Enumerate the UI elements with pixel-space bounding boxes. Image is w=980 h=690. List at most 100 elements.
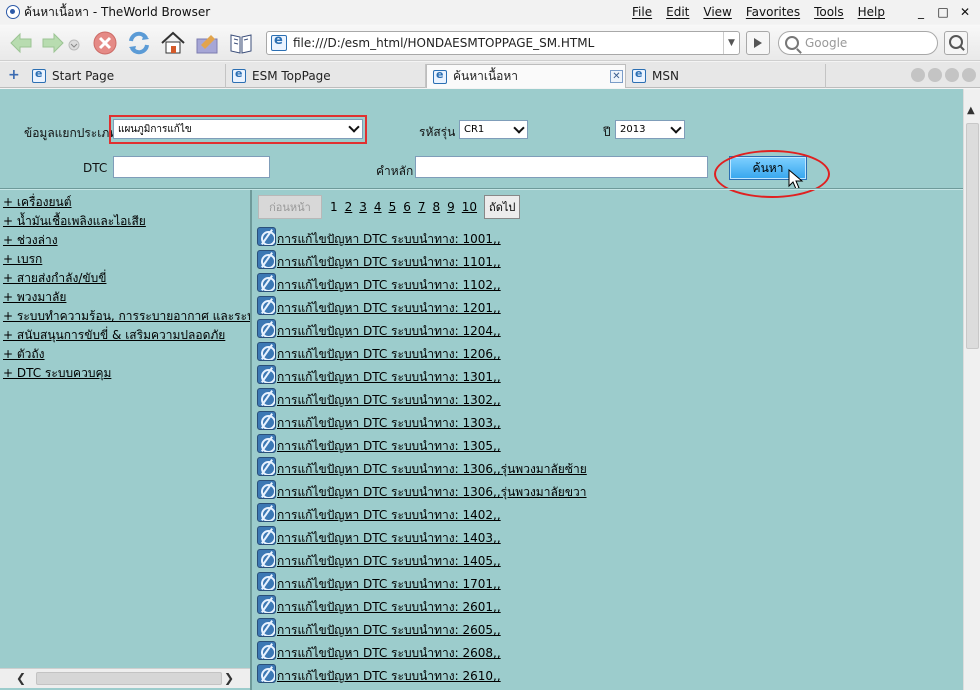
- bookmarks-button[interactable]: [226, 28, 256, 58]
- new-tab-button[interactable]: +: [8, 67, 20, 83]
- minimize-button[interactable]: _: [914, 5, 928, 19]
- result-link[interactable]: การแก้ไขปัญหา DTC ระบบนำทาง: 2601,,: [277, 600, 501, 614]
- result-item[interactable]: การแก้ไขปัญหา DTC ระบบนำทาง: 1405,,: [257, 548, 501, 568]
- scrollbar-thumb[interactable]: [966, 123, 979, 349]
- vertical-scrollbar[interactable]: ▲: [963, 89, 980, 690]
- page-number[interactable]: 6: [403, 200, 411, 214]
- address-dropdown-icon[interactable]: ▼: [723, 32, 739, 54]
- home-button[interactable]: [158, 28, 188, 58]
- result-link[interactable]: การแก้ไขปัญหา DTC ระบบนำทาง: 1302,,: [277, 393, 501, 407]
- previous-page-button[interactable]: ก่อนหน้า: [258, 195, 322, 219]
- page-number[interactable]: 7: [418, 200, 426, 214]
- result-item[interactable]: การแก้ไขปัญหา DTC ระบบนำทาง: 2605,,: [257, 617, 501, 637]
- menu-help[interactable]: Help: [851, 5, 892, 19]
- result-item[interactable]: การแก้ไขปัญหา DTC ระบบนำทาง: 1701,,: [257, 571, 501, 591]
- result-link[interactable]: การแก้ไขปัญหา DTC ระบบนำทาง: 1303,,: [277, 416, 501, 430]
- result-item[interactable]: การแก้ไขปัญหา DTC ระบบนำทาง: 2601,,: [257, 594, 501, 614]
- result-link[interactable]: การแก้ไขปัญหา DTC ระบบนำทาง: 1405,,: [277, 554, 501, 568]
- result-item[interactable]: การแก้ไขปัญหา DTC ระบบนำทาง: 1301,,: [257, 364, 501, 384]
- dtc-input[interactable]: [113, 156, 270, 178]
- address-url[interactable]: file:///D:/esm_html/HONDAESMTOPPAGE_SM.H…: [293, 36, 723, 50]
- web-search-button[interactable]: [944, 31, 968, 55]
- menu-tools[interactable]: Tools: [807, 5, 851, 19]
- maximize-button[interactable]: □: [936, 5, 950, 19]
- result-link[interactable]: การแก้ไขปัญหา DTC ระบบนำทาง: 1102,,: [277, 278, 501, 292]
- result-item[interactable]: การแก้ไขปัญหา DTC ระบบนำทาง: 1403,,: [257, 525, 501, 545]
- result-link[interactable]: การแก้ไขปัญหา DTC ระบบนำทาง: 1701,,: [277, 577, 501, 591]
- result-item[interactable]: การแก้ไขปัญหา DTC ระบบนำทาง: 1306,,รุ่นพ…: [257, 456, 587, 476]
- result-item[interactable]: การแก้ไขปัญหา DTC ระบบนำทาง: 1402,,: [257, 502, 501, 522]
- page-number[interactable]: 4: [374, 200, 382, 214]
- result-item[interactable]: การแก้ไขปัญหา DTC ระบบนำทาง: 1001,,: [257, 226, 501, 246]
- page-number[interactable]: 8: [432, 200, 440, 214]
- tab-esm-toppage[interactable]: ESM TopPage: [226, 64, 426, 88]
- category-steering[interactable]: + พวงมาลัย: [3, 288, 66, 307]
- web-search-input[interactable]: Google: [778, 31, 938, 55]
- category-hvac[interactable]: + ระบบทำความร้อน, การระบายอากาศ และระบบป…: [3, 307, 250, 326]
- result-item[interactable]: การแก้ไขปัญหา DTC ระบบนำทาง: 1204,,: [257, 318, 501, 338]
- close-window-button[interactable]: ✕: [958, 5, 972, 19]
- result-item[interactable]: การแก้ไขปัญหา DTC ระบบนำทาง: 1303,,: [257, 410, 501, 430]
- category-suspension[interactable]: + ช่วงล่าง: [3, 231, 58, 250]
- page-number[interactable]: 3: [359, 200, 367, 214]
- page-number[interactable]: 9: [447, 200, 455, 214]
- scroll-up-icon[interactable]: ▲: [967, 105, 975, 116]
- tab-search-content[interactable]: ค้นหาเนื้อหา ✕: [426, 64, 626, 88]
- category-dtc-control[interactable]: + DTC ระบบควบคุม: [3, 364, 111, 383]
- next-page-button[interactable]: ถัดไป: [484, 195, 521, 219]
- result-link[interactable]: การแก้ไขปัญหา DTC ระบบนำทาง: 1306,,รุ่นพ…: [277, 462, 587, 476]
- scroll-right-icon[interactable]: ❯: [222, 671, 236, 685]
- result-item[interactable]: การแก้ไขปัญหา DTC ระบบนำทาง: 1101,,: [257, 249, 501, 269]
- result-link[interactable]: การแก้ไขปัญหา DTC ระบบนำทาง: 1001,,: [277, 232, 501, 246]
- result-link[interactable]: การแก้ไขปัญหา DTC ระบบนำทาง: 1403,,: [277, 531, 501, 545]
- keyword-input[interactable]: [415, 156, 708, 178]
- tab-prev-icon[interactable]: [928, 68, 942, 82]
- close-tab-icon[interactable]: ✕: [610, 70, 623, 83]
- result-link[interactable]: การแก้ไขปัญหา DTC ระบบนำทาง: 1201,,: [277, 301, 501, 315]
- menu-edit[interactable]: Edit: [659, 5, 696, 19]
- result-link[interactable]: การแก้ไขปัญหา DTC ระบบนำทาง: 2605,,: [277, 623, 501, 637]
- menu-file[interactable]: File: [625, 5, 659, 19]
- tab-list-icon[interactable]: [911, 68, 925, 82]
- category-drivetrain[interactable]: + สายส่งกำลัง/ขับขี่: [3, 269, 106, 288]
- category-brakes[interactable]: + เบรก: [3, 250, 42, 269]
- result-link[interactable]: การแก้ไขปัญหา DTC ระบบนำทาง: 1301,,: [277, 370, 501, 384]
- result-link[interactable]: การแก้ไขปัญหา DTC ระบบนำทาง: 1306,,รุ่นพ…: [277, 485, 587, 499]
- result-item[interactable]: การแก้ไขปัญหา DTC ระบบนำทาง: 2608,,: [257, 640, 501, 660]
- tab-start-page[interactable]: Start Page: [26, 64, 226, 88]
- page-number[interactable]: 10: [462, 200, 477, 214]
- result-item[interactable]: การแก้ไขปัญหา DTC ระบบนำทาง: 1102,,: [257, 272, 501, 292]
- model-select[interactable]: CR1: [459, 120, 528, 139]
- result-item[interactable]: การแก้ไขปัญหา DTC ระบบนำทาง: 1305,,: [257, 433, 501, 453]
- horizontal-scrollbar[interactable]: ❮ ❯: [0, 668, 250, 688]
- page-number[interactable]: 2: [345, 200, 353, 214]
- category-engine[interactable]: + เครื่องยนต์: [3, 193, 72, 212]
- result-item[interactable]: การแก้ไขปัญหา DTC ระบบนำทาง: 2610,,: [257, 663, 501, 683]
- favorites-button[interactable]: [192, 28, 222, 58]
- scrollbar-thumb[interactable]: [36, 672, 222, 685]
- go-button[interactable]: [746, 31, 770, 55]
- result-link[interactable]: การแก้ไขปัญหา DTC ระบบนำทาง: 1206,,: [277, 347, 501, 361]
- year-select[interactable]: 2013: [615, 120, 685, 139]
- result-link[interactable]: การแก้ไขปัญหา DTC ระบบนำทาง: 2610,,: [277, 669, 501, 683]
- tab-close-all-icon[interactable]: [962, 68, 976, 82]
- result-item[interactable]: การแก้ไขปัญหา DTC ระบบนำทาง: 1201,,: [257, 295, 501, 315]
- result-link[interactable]: การแก้ไขปัญหา DTC ระบบนำทาง: 1402,,: [277, 508, 501, 522]
- result-link[interactable]: การแก้ไขปัญหา DTC ระบบนำทาง: 1204,,: [277, 324, 501, 338]
- tab-next-icon[interactable]: [945, 68, 959, 82]
- result-link[interactable]: การแก้ไขปัญหา DTC ระบบนำทาง: 1101,,: [277, 255, 501, 269]
- result-item[interactable]: การแก้ไขปัญหา DTC ระบบนำทาง: 1302,,: [257, 387, 501, 407]
- back-button[interactable]: [6, 28, 36, 58]
- result-link[interactable]: การแก้ไขปัญหา DTC ระบบนำทาง: 2608,,: [277, 646, 501, 660]
- category-body[interactable]: + ตัวถัง: [3, 345, 45, 364]
- result-item[interactable]: การแก้ไขปัญหา DTC ระบบนำทาง: 1206,,: [257, 341, 501, 361]
- address-bar[interactable]: file:///D:/esm_html/HONDAESMTOPPAGE_SM.H…: [266, 31, 740, 55]
- menu-view[interactable]: View: [696, 5, 738, 19]
- tab-msn[interactable]: MSN: [626, 64, 826, 88]
- page-number[interactable]: 5: [389, 200, 397, 214]
- forward-button[interactable]: [38, 28, 68, 58]
- category-fuel-exhaust[interactable]: + น้ำมันเชื้อเพลิงและไอเสีย: [3, 212, 146, 231]
- result-item[interactable]: การแก้ไขปัญหา DTC ระบบนำทาง: 1306,,รุ่นพ…: [257, 479, 587, 499]
- refresh-button[interactable]: [124, 28, 154, 58]
- stop-button[interactable]: [90, 28, 120, 58]
